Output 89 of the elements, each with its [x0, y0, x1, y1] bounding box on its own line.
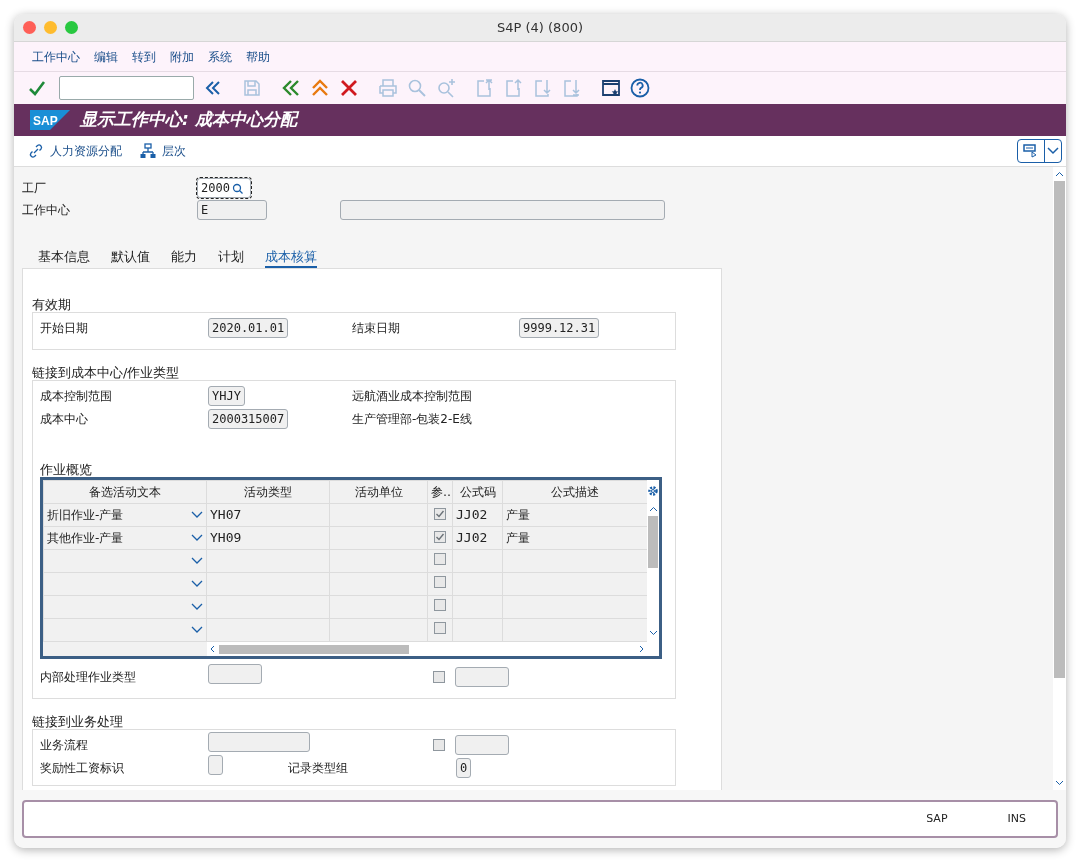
input-field[interactable]: 0 [456, 757, 471, 778]
field-description: 生产管理部-包装2-E线 [352, 410, 472, 428]
close-icon[interactable] [23, 21, 36, 34]
checkbox[interactable] [434, 553, 446, 565]
checkbox[interactable] [434, 576, 446, 588]
input-field[interactable]: 2000 [197, 178, 251, 198]
group-title: 有效期 [32, 296, 72, 312]
description-field[interactable] [340, 200, 665, 220]
horizontal-scrollbar[interactable] [207, 642, 647, 656]
dropdown-icon[interactable] [191, 511, 203, 519]
menu-item[interactable]: 转到 [132, 47, 156, 66]
checkbox[interactable] [434, 531, 446, 543]
menu-item[interactable]: 工作中心 [32, 47, 80, 66]
dropdown-icon[interactable] [191, 580, 203, 588]
screen-options-button[interactable] [1017, 139, 1062, 163]
help-icon[interactable] [629, 77, 651, 99]
screen-play-icon [1023, 144, 1039, 158]
screen-title: 显示工作中心: 成本中心分配 [80, 108, 297, 132]
scrollbar-thumb[interactable] [648, 516, 658, 568]
column-header[interactable]: 公式码 [452, 480, 503, 504]
field-label: 成本控制范围 [40, 388, 112, 403]
scrollbar-thumb[interactable] [1054, 181, 1065, 678]
cell-text: 其他作业-产量 [47, 530, 124, 547]
field-label: 结束日期 [352, 320, 400, 335]
column-header[interactable]: 备选活动文本 [43, 480, 207, 504]
table-cell: YH09 [206, 526, 330, 550]
field-label: 业务流程 [40, 737, 88, 752]
minimize-icon[interactable] [44, 21, 57, 34]
field-label: 内部处理作业类型 [40, 669, 136, 684]
column-header[interactable]: 参… [427, 480, 453, 504]
column-header[interactable]: 活动单位 [329, 480, 428, 504]
caret-icon [1047, 147, 1059, 155]
checkbox[interactable] [434, 508, 446, 520]
dropdown-icon[interactable] [191, 603, 203, 611]
input-field[interactable] [455, 734, 509, 755]
menu-item[interactable]: 系统 [208, 47, 232, 66]
field-description: 远航酒业成本控制范围 [352, 387, 472, 405]
table-cell: YH07 [206, 503, 330, 527]
field-label: 记录类型组 [288, 760, 348, 775]
input-field[interactable]: 2000315007 [208, 408, 289, 429]
maximize-icon[interactable] [65, 21, 78, 34]
dropdown-icon[interactable] [191, 557, 203, 565]
tab[interactable]: 计划 [218, 247, 244, 268]
input-field[interactable] [455, 666, 509, 687]
group-title: 链接到成本中心/作业类型 [32, 364, 181, 380]
assign-link[interactable]: 人力资源分配 [28, 142, 122, 160]
input-field[interactable]: 2020.01.01 [208, 317, 289, 338]
column-header[interactable]: 公式描述 [502, 480, 648, 504]
hierarchy-icon [140, 143, 156, 159]
input-field[interactable] [208, 755, 223, 775]
input-field[interactable]: E [197, 200, 267, 220]
status-text: SAP [926, 810, 948, 827]
field-label: 奖励性工资标识 [40, 760, 124, 775]
menu-item[interactable]: 帮助 [246, 47, 270, 66]
menu-item[interactable]: 附加 [170, 47, 194, 66]
checkbox[interactable] [434, 599, 446, 611]
table-cell: JJ02 [452, 503, 503, 527]
dropdown-icon[interactable] [191, 534, 203, 542]
input-field[interactable] [208, 664, 262, 684]
command-field[interactable] [59, 76, 194, 100]
sap-logo: SAP [30, 110, 70, 130]
input-field[interactable]: 9999.12.31 [519, 317, 600, 338]
checkbox[interactable] [433, 670, 445, 683]
window-title: S4P (4) (800) [497, 18, 583, 37]
scrollbar-thumb[interactable] [219, 644, 409, 654]
status-text: INS [1007, 810, 1026, 827]
table-title: 作业概览 [40, 461, 93, 477]
field-label: 工厂 [22, 180, 47, 197]
link-icon [28, 143, 44, 159]
column-header[interactable]: 活动类型 [206, 480, 330, 504]
group-title: 链接到业务处理 [32, 713, 124, 729]
input-field[interactable] [208, 732, 310, 752]
field-value: 2000 [201, 180, 230, 197]
vertical-scrollbar[interactable] [1053, 167, 1066, 790]
menu-item[interactable]: 编辑 [94, 47, 118, 66]
tab[interactable]: 基本信息 [38, 247, 90, 268]
checkbox[interactable] [434, 622, 446, 634]
hierarchy-button[interactable]: 层次 [140, 142, 186, 160]
field-label: 工作中心 [22, 202, 71, 219]
tab[interactable]: 默认值 [111, 247, 150, 268]
checkbox[interactable] [433, 738, 445, 751]
input-field[interactable]: YHJY [208, 385, 245, 406]
table-cell: JJ02 [452, 526, 503, 550]
cell-text: 折旧作业-产量 [47, 507, 124, 524]
field-label: 开始日期 [40, 320, 88, 335]
window-star-icon[interactable] [600, 77, 622, 99]
dropdown-icon[interactable] [191, 626, 203, 634]
tab[interactable]: 能力 [171, 247, 197, 268]
field-label: 成本中心 [40, 411, 88, 426]
